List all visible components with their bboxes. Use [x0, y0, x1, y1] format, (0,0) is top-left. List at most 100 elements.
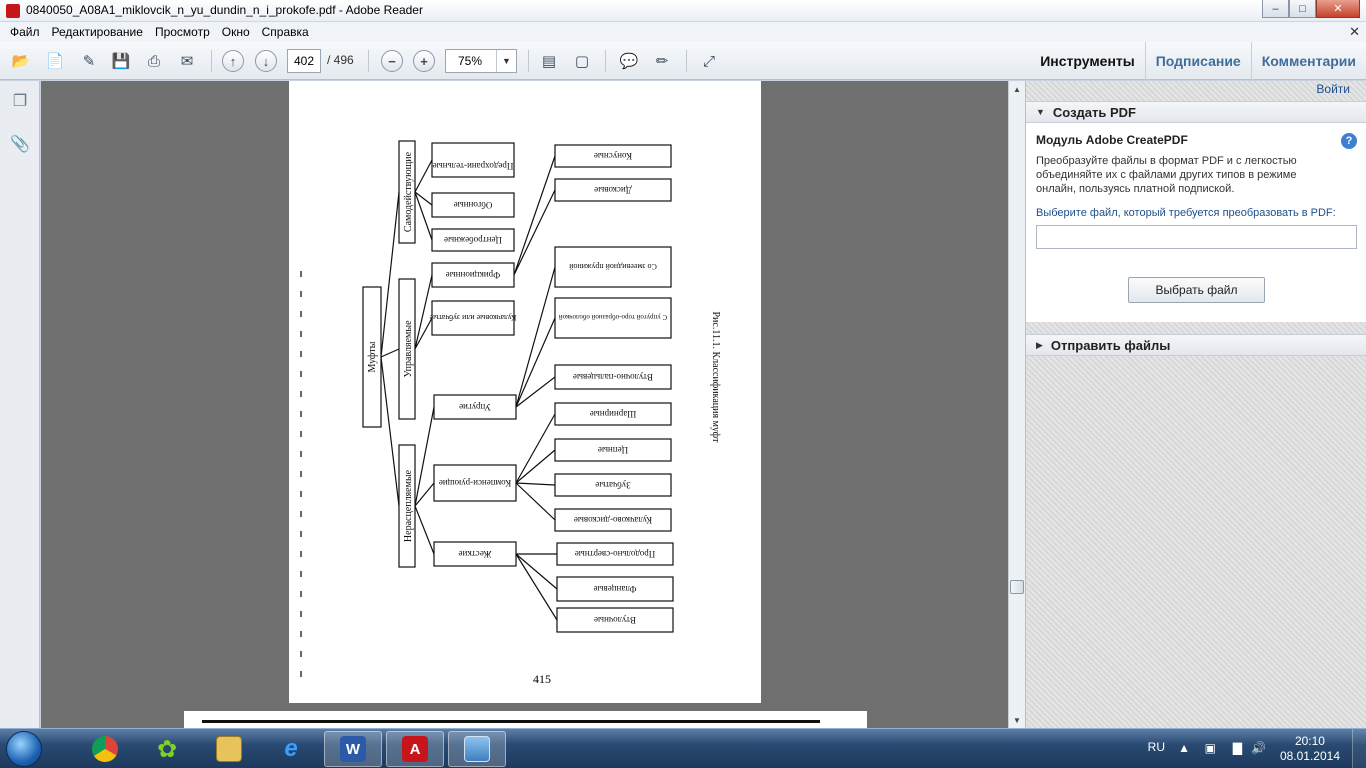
document-scrollbar[interactable]: ▲ ▼ [1008, 81, 1025, 728]
diagram-leaf-label: Втулочные [594, 615, 636, 625]
taskbar-chrome[interactable] [76, 731, 134, 767]
close-window-button[interactable]: ✕ [1316, 0, 1360, 18]
folder-icon [216, 736, 242, 762]
language-indicator[interactable]: RU [1148, 740, 1165, 754]
send-files-section-header[interactable]: ▶ Отправить файлы [1026, 334, 1366, 356]
pane-tabs: Инструменты Подписание Комментарии [1030, 42, 1366, 80]
adobe-reader-icon [6, 4, 20, 18]
next-pdf-page [184, 711, 867, 728]
diagram-node-label: Компенси-рующие [439, 478, 511, 488]
diagram-leaf-label: Зубчатые [595, 480, 630, 490]
picture-icon [464, 736, 490, 762]
close-document-icon[interactable]: ✕ [1349, 24, 1360, 40]
tab-sign[interactable]: Подписание [1144, 42, 1251, 80]
chevron-down-icon[interactable]: ▼ [496, 50, 516, 72]
diagram-node-label: Фрикционные [446, 270, 501, 280]
diagram-root-label: Муфты [367, 341, 378, 372]
zoom-value: 75% [458, 54, 483, 68]
diagram-node-label: Предохрани-тельные [433, 161, 514, 171]
scan-artifact [202, 720, 820, 723]
scroll-thumb[interactable] [1010, 580, 1024, 594]
system-tray: RU ▲ ▣ ▇ 🔊 20:10 08.01.2014 [1136, 729, 1366, 768]
create-pdf-section: Модуль Adobe CreatePDF ? Преобразуйте фа… [1026, 123, 1366, 322]
minimize-button[interactable]: – [1262, 0, 1289, 18]
menu-window[interactable]: Окно [216, 25, 256, 39]
toolbar-separator [368, 50, 369, 72]
send-files-title: Отправить файлы [1050, 337, 1171, 353]
file-select-label: Выберите файл, который требуется преобра… [1036, 207, 1336, 219]
taskbar-image-viewer[interactable] [448, 731, 506, 767]
maximize-button[interactable]: □ [1289, 0, 1316, 18]
zoom-out-button[interactable]: − [381, 50, 403, 72]
device-icon[interactable]: ▣ [1205, 741, 1216, 755]
icq-flower-icon: ✿ [156, 735, 178, 763]
taskbar-icq[interactable]: ✿ [138, 731, 196, 767]
show-hidden-icons-icon[interactable]: ▲ [1178, 741, 1190, 755]
toolbar-separator [211, 50, 212, 72]
save-icon[interactable]: 💾 [110, 50, 132, 72]
adobe-reader-icon: A [402, 736, 428, 762]
diagram-node-label: Обгонные [454, 200, 493, 210]
next-page-button[interactable]: ↓ [255, 50, 277, 72]
diagram-leaf-label: Дисковые [594, 185, 632, 195]
volume-icon[interactable]: 🔊 [1251, 741, 1266, 755]
tab-tools[interactable]: Инструменты [1030, 42, 1145, 80]
highlight-icon[interactable]: ✏ [651, 50, 673, 72]
diagram-leaf-label: Конусные [594, 151, 632, 161]
scroll-down-icon[interactable]: ▼ [1009, 712, 1025, 728]
sign-in-link[interactable]: Войти [1316, 82, 1350, 96]
page-thumbnails-icon[interactable]: ❐ [9, 90, 31, 112]
signal-strength-icon[interactable]: ▇ [1233, 741, 1242, 755]
internet-explorer-icon: e [284, 735, 298, 762]
start-button[interactable] [6, 731, 42, 767]
module-title: Модуль Adobe CreatePDF [1036, 133, 1188, 147]
fit-width-icon[interactable]: ▤ [538, 50, 560, 72]
menu-view[interactable]: Просмотр [149, 25, 216, 39]
tab-comments[interactable]: Комментарии [1250, 42, 1366, 80]
attachments-icon[interactable]: 📎 [9, 133, 31, 155]
window-controls: – □ ✕ [1262, 0, 1360, 18]
zoom-in-button[interactable]: + [413, 50, 435, 72]
diagram-leaf-label: Втулочно-пальцевые [573, 372, 653, 382]
chrome-icon [92, 736, 118, 762]
previous-page-button[interactable]: ↑ [222, 50, 244, 72]
menu-bar: Файл Редактирование Просмотр Окно Справк… [0, 22, 1366, 42]
edit-pdf-icon[interactable]: ✎ [78, 50, 100, 72]
menu-help[interactable]: Справка [256, 25, 315, 39]
word-icon: W [340, 736, 366, 762]
figure-caption: Рис.11.1. Классификация муфт [710, 311, 721, 443]
scroll-up-icon[interactable]: ▲ [1009, 81, 1025, 97]
help-icon[interactable]: ? [1341, 133, 1357, 149]
email-icon[interactable]: ✉ [176, 50, 198, 72]
choose-file-button[interactable]: Выбрать файл [1128, 277, 1265, 303]
file-path-input[interactable] [1036, 225, 1357, 249]
diagram-node-label: Упругие [459, 402, 491, 412]
triangle-right-icon: ▶ [1036, 339, 1043, 350]
open-file-icon[interactable]: 📂 [10, 50, 32, 72]
diagram-leaf-label: С упругой торо-образной оболочкой [559, 313, 668, 321]
page-number-input[interactable]: 402 [287, 49, 321, 73]
diagram-category-label: Управляемые [403, 320, 414, 378]
taskbar-internet-explorer[interactable]: e [262, 731, 320, 767]
fit-page-icon[interactable]: ▢ [571, 50, 593, 72]
menu-edit[interactable]: Редактирование [46, 25, 149, 39]
taskbar-word[interactable]: W [324, 731, 382, 767]
document-view[interactable]: Муфты Самодействующие Управляемые Нерасц… [41, 81, 1008, 728]
clock-date: 08.01.2014 [1279, 749, 1340, 763]
create-pdf-icon[interactable]: 📄 [44, 50, 66, 72]
clock[interactable]: 20:10 08.01.2014 [1280, 734, 1340, 764]
taskbar-adobe-reader[interactable]: A [386, 731, 444, 767]
print-icon[interactable]: ⎙ [143, 50, 165, 72]
navigation-pane: ❐ 📎 [0, 81, 40, 728]
create-pdf-section-header[interactable]: ▼ Создать PDF [1026, 101, 1366, 123]
diagram-node-label: Жесткие [459, 549, 492, 559]
comment-icon[interactable]: 💬 [618, 50, 640, 72]
diagram-leaf-label: Цепные [598, 445, 628, 455]
taskbar-explorer[interactable] [200, 731, 258, 767]
full-screen-icon[interactable]: ⤢ [698, 50, 720, 72]
page-number: 415 [533, 672, 551, 686]
menu-file[interactable]: Файл [4, 25, 46, 39]
toolbar-separator [605, 50, 606, 72]
zoom-select[interactable]: 75% ▼ [445, 49, 517, 73]
show-desktop-button[interactable] [1352, 729, 1366, 768]
